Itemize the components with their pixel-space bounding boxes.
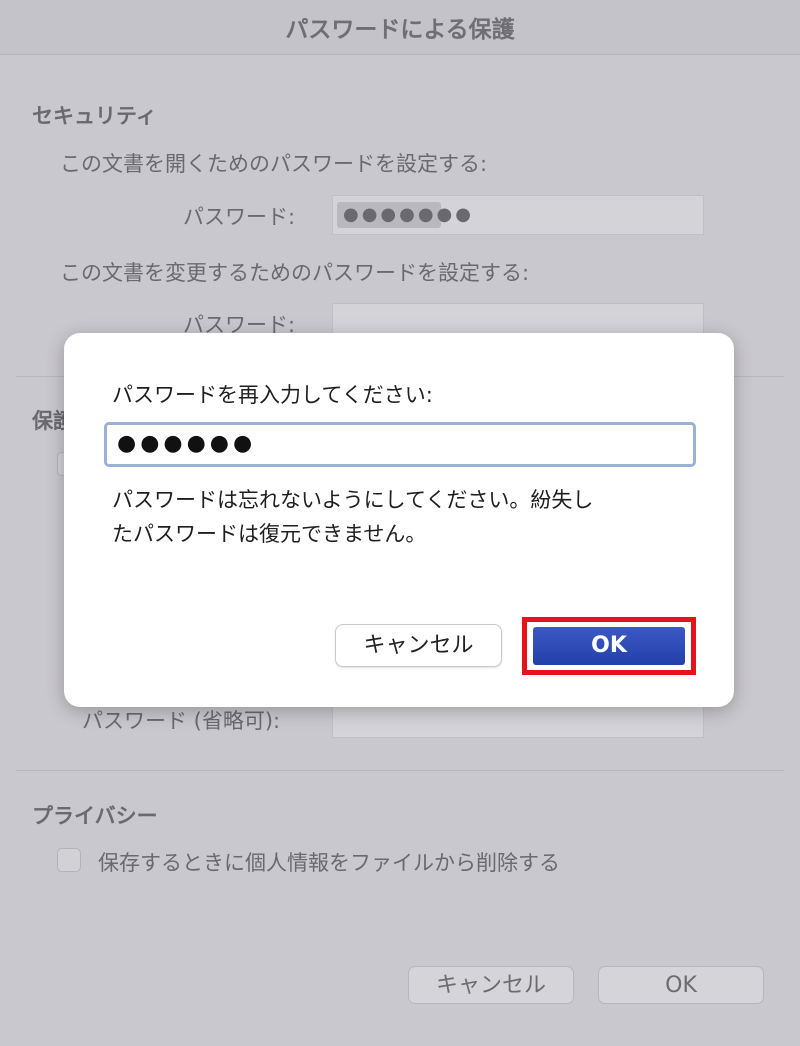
remove-info-label: 保存するときに個人情報をファイルから削除する bbox=[98, 851, 560, 875]
password-warning-note: パスワードは忘れないようにしてください。紛失し たパスワードは復元できません。 bbox=[112, 483, 702, 551]
password-warning-line-1: パスワードは忘れないようにしてください。紛失し bbox=[112, 488, 594, 512]
optional-password-field[interactable] bbox=[332, 707, 704, 738]
remove-info-checkbox[interactable] bbox=[57, 848, 81, 872]
ok-button[interactable]: OK bbox=[598, 966, 764, 1004]
modify-password-description: この文書を変更するためのパスワードを設定する: bbox=[60, 261, 530, 285]
reenter-password-dialog: パスワードを再入力してください: ●●●●●● パスワードは忘れないようにしてく… bbox=[64, 333, 734, 707]
open-password-description: この文書を開くためのパスワードを設定する: bbox=[60, 152, 488, 176]
open-password-value: ●●●●●●● bbox=[337, 202, 471, 228]
reenter-prompt: パスワードを再入力してください: bbox=[112, 383, 433, 407]
window-title: パスワードによる保護 bbox=[285, 17, 515, 43]
open-password-label: パスワード: bbox=[183, 205, 296, 229]
section-divider bbox=[16, 770, 784, 771]
privacy-heading: プライバシー bbox=[32, 804, 158, 828]
cancel-button[interactable]: キャンセル bbox=[408, 966, 574, 1004]
window-titlebar: パスワードによる保護 bbox=[0, 0, 800, 55]
dialog-cancel-button[interactable]: キャンセル bbox=[335, 624, 502, 667]
password-warning-line-2: たパスワードは復元できません。 bbox=[112, 522, 427, 546]
reenter-password-input[interactable]: ●●●●●● bbox=[104, 422, 696, 467]
protect-heading: 保護 bbox=[32, 409, 68, 433]
modify-password-field[interactable] bbox=[332, 303, 704, 335]
dialog-ok-button[interactable]: OK bbox=[533, 627, 685, 665]
security-heading: セキュリティ bbox=[32, 104, 157, 128]
open-password-field[interactable]: ●●●●●●● bbox=[332, 195, 704, 235]
optional-password-label: パスワード (省略可): bbox=[82, 709, 281, 733]
